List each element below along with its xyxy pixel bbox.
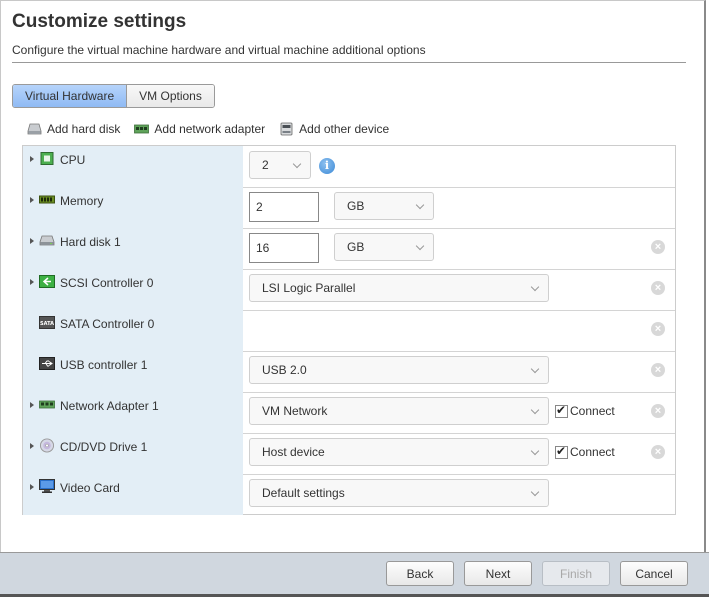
info-icon[interactable]: i [319,158,335,174]
device-label: Video Card [60,481,120,495]
video-card-icon [39,479,55,493]
page-title: Customize settings [12,11,187,32]
expand-caret-icon[interactable] [30,197,34,203]
memory-unit-select[interactable]: GB [334,192,434,220]
remove-device-icon[interactable]: × [651,363,665,377]
device-row-cpu: CPU 2 i [23,146,675,188]
back-button[interactable]: Back [386,561,454,586]
expand-caret-icon[interactable] [30,238,34,244]
expand-caret-icon[interactable] [30,443,34,449]
cpu-count-select[interactable]: 2 [249,151,311,179]
device-label: CPU [60,153,86,167]
chevron-down-icon [530,446,540,456]
remove-device-icon[interactable]: × [651,404,665,418]
next-button[interactable]: Next [464,561,532,586]
network-adapter-icon [134,124,150,134]
device-row-sata-controller: SATA SATA Controller 0 × [23,310,675,352]
add-network-adapter-label: Add network adapter [154,122,266,136]
device-label: Network Adapter 1 [60,399,159,413]
cancel-button[interactable]: Cancel [620,561,688,586]
sata-controller-icon: SATA [39,316,55,329]
device-label: USB controller 1 [60,358,148,372]
footer-bar: Back Next Finish Cancel [0,552,709,595]
remove-device-icon[interactable]: × [651,240,665,254]
device-label: SCSI Controller 0 [60,276,154,290]
usb-icon [39,357,55,370]
device-label: SATA Controller 0 [60,317,155,331]
network-connect-checkbox[interactable]: Connect [555,403,615,418]
device-row-memory: Memory 2 GB [23,187,675,229]
device-label: CD/DVD Drive 1 [60,440,148,454]
remove-device-icon[interactable]: × [651,445,665,459]
memory-size-input[interactable]: 2 [249,192,319,222]
toolbar: Add hard disk Add network adapter Add ot… [27,122,389,136]
cd-dvd-connect-checkbox[interactable]: Connect [555,444,615,459]
remove-device-icon[interactable]: × [651,322,665,336]
chevron-down-icon [530,405,540,415]
device-row-cd-dvd: CD/DVD Drive 1 Host device Connect × [23,433,675,475]
remove-device-icon[interactable]: × [651,281,665,295]
expand-caret-icon[interactable] [30,279,34,285]
usb-type-select[interactable]: USB 2.0 [249,356,549,384]
page-subtitle: Configure the virtual machine hardware a… [12,43,426,57]
cpu-icon [40,152,54,165]
cd-dvd-select[interactable]: Host device [249,438,549,466]
chevron-down-icon [415,241,425,251]
network-adapter-icon [39,400,55,409]
divider [12,62,686,63]
chevron-down-icon [415,200,425,210]
device-label: Hard disk 1 [60,235,121,249]
hard-disk-unit-select[interactable]: GB [334,233,434,261]
network-select[interactable]: VM Network [249,397,549,425]
checkbox-checked-icon [555,403,568,418]
device-label: Memory [60,194,104,208]
add-network-adapter-button[interactable]: Add network adapter [134,122,265,136]
add-hard-disk-button[interactable]: Add hard disk [27,122,120,136]
cd-dvd-icon [39,438,55,453]
device-row-hard-disk: Hard disk 1 16 GB × [23,228,675,270]
checkbox-checked-icon [555,444,568,459]
other-device-icon [280,122,293,136]
memory-icon [39,195,55,204]
tab-vm-options[interactable]: VM Options [127,85,214,107]
add-hard-disk-label: Add hard disk [47,122,121,136]
add-other-device-button[interactable]: Add other device [279,122,389,136]
scsi-type-select[interactable]: LSI Logic Parallel [249,274,549,302]
tab-virtual-hardware[interactable]: Virtual Hardware [13,85,128,107]
video-card-select[interactable]: Default settings [249,479,549,507]
hardware-table: CPU 2 i Memory 2 GB Hard disk 1 16 GB × [22,145,676,515]
device-row-usb-controller: USB controller 1 USB 2.0 × [23,351,675,393]
add-other-device-label: Add other device [299,122,390,136]
device-row-network-adapter: Network Adapter 1 VM Network Connect × [23,392,675,434]
device-row-video-card: Video Card Default settings [23,474,675,515]
expand-caret-icon[interactable] [30,402,34,408]
expand-caret-icon[interactable] [30,484,34,490]
tab-bar: Virtual Hardware VM Options [12,84,215,108]
chevron-down-icon [530,364,540,374]
expand-caret-icon[interactable] [30,156,34,162]
chevron-down-icon [292,159,302,169]
dialog: Customize settings Configure the virtual… [0,0,706,552]
chevron-down-icon [530,282,540,292]
hard-disk-icon [27,123,42,135]
device-row-scsi-controller: SCSI Controller 0 LSI Logic Parallel × [23,269,675,311]
hard-disk-icon [39,235,55,246]
chevron-down-icon [530,487,540,497]
svg-text:SATA: SATA [40,321,54,327]
finish-button[interactable]: Finish [542,561,610,586]
hard-disk-size-input[interactable]: 16 [249,233,319,263]
scsi-controller-icon [39,275,55,288]
